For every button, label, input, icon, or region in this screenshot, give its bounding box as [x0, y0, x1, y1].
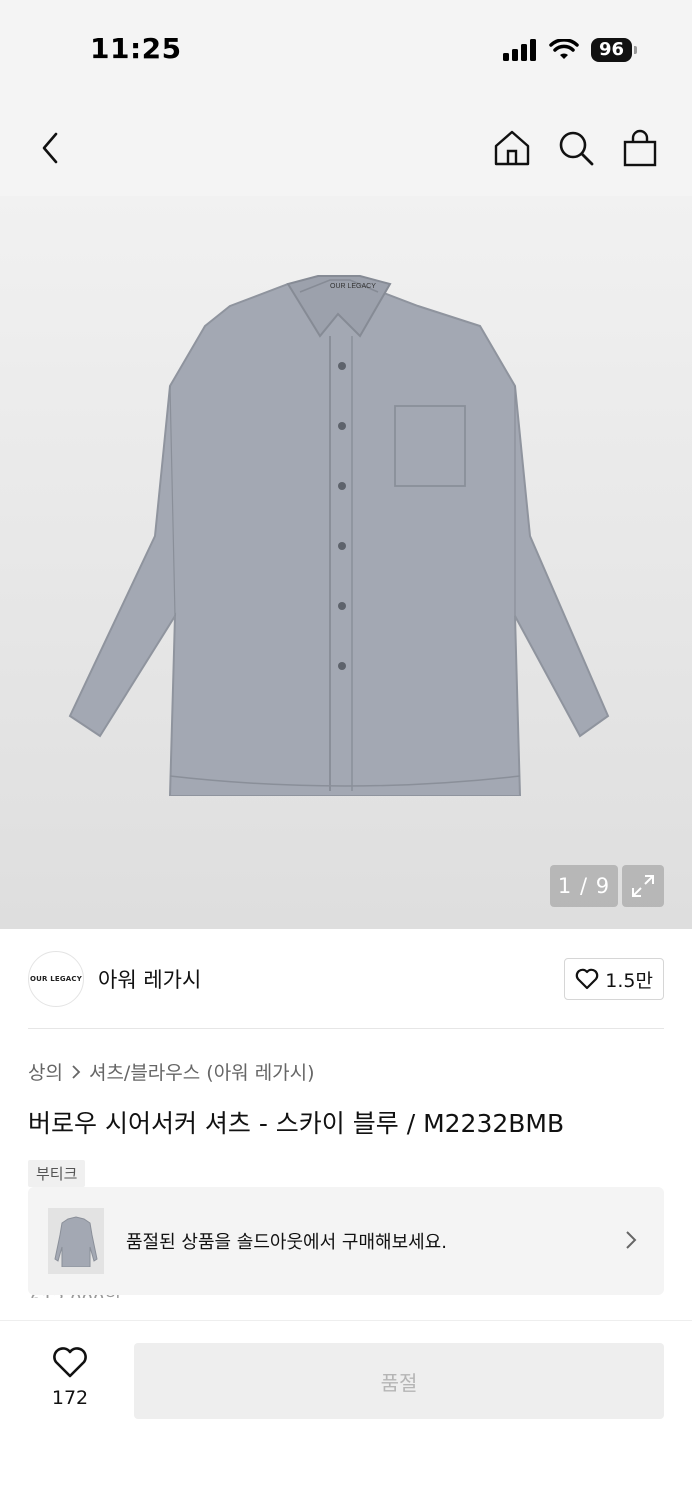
banner-thumbnail [48, 1208, 104, 1274]
heart-icon [576, 968, 599, 990]
brand-like-button[interactable]: 1.5만 [564, 958, 664, 1000]
status-bar: 11:25 96 [0, 0, 692, 100]
wifi-icon [549, 39, 579, 59]
shopping-bag-icon [623, 129, 657, 167]
breadcrumb: 상의 셔츠/블라우스 (아워 레가시) [28, 1058, 315, 1085]
chevron-right-icon [72, 1064, 81, 1079]
divider [28, 1028, 664, 1029]
soldout-banner-text: 품절된 상품을 솔드아웃에서 구매해보세요. [126, 1232, 447, 1253]
soldout-button[interactable]: 품절 [134, 1343, 664, 1419]
signal-icon [502, 39, 536, 61]
product-image-gallery[interactable]: OUR LEGACY 1 / 9 [0, 196, 692, 929]
brand-like-count: 1.5만 [605, 969, 653, 992]
heart-icon [53, 1347, 87, 1378]
breadcrumb-subcategory[interactable]: 셔츠/블라우스 (아워 레가시) [89, 1058, 315, 1085]
expand-icon [632, 875, 654, 897]
shirt-label: OUR LEGACY [330, 283, 376, 290]
wishlist-button[interactable]: 172 [40, 1347, 100, 1409]
status-time: 11:25 [90, 32, 182, 65]
image-counter: 1 / 9 [550, 865, 618, 907]
bottom-action-bar: 172 품절 [0, 1320, 692, 1500]
chevron-left-icon [42, 132, 58, 164]
product-title: 버로우 시어서커 셔츠 - 스카이 블루 / M2232BMB [28, 1109, 565, 1138]
brand-logo[interactable]: OUR LEGACY [28, 951, 84, 1007]
back-button[interactable] [30, 128, 70, 168]
soldout-banner[interactable]: 품절된 상품을 솔드아웃에서 구매해보세요. [28, 1187, 664, 1295]
brand-row[interactable]: OUR LEGACY 아워 레가시 1.5만 [28, 950, 664, 1008]
shirt-thumbnail [54, 1216, 98, 1267]
wishlist-count: 172 [51, 1387, 89, 1409]
search-button[interactable] [556, 128, 596, 168]
product-image: OUR LEGACY [68, 275, 610, 796]
home-button[interactable] [492, 128, 532, 168]
top-nav [0, 100, 692, 196]
brand-name[interactable]: 아워 레가시 [98, 964, 201, 994]
status-icons: 96 [502, 38, 638, 62]
chevron-right-icon [626, 1231, 637, 1249]
boutique-tag: 부티크 [28, 1160, 86, 1187]
battery-indicator: 96 [590, 38, 638, 62]
home-icon [494, 130, 530, 166]
search-icon [559, 131, 594, 166]
breadcrumb-category[interactable]: 상의 [28, 1058, 63, 1085]
cart-button[interactable] [620, 128, 660, 168]
expand-button[interactable] [622, 865, 664, 907]
